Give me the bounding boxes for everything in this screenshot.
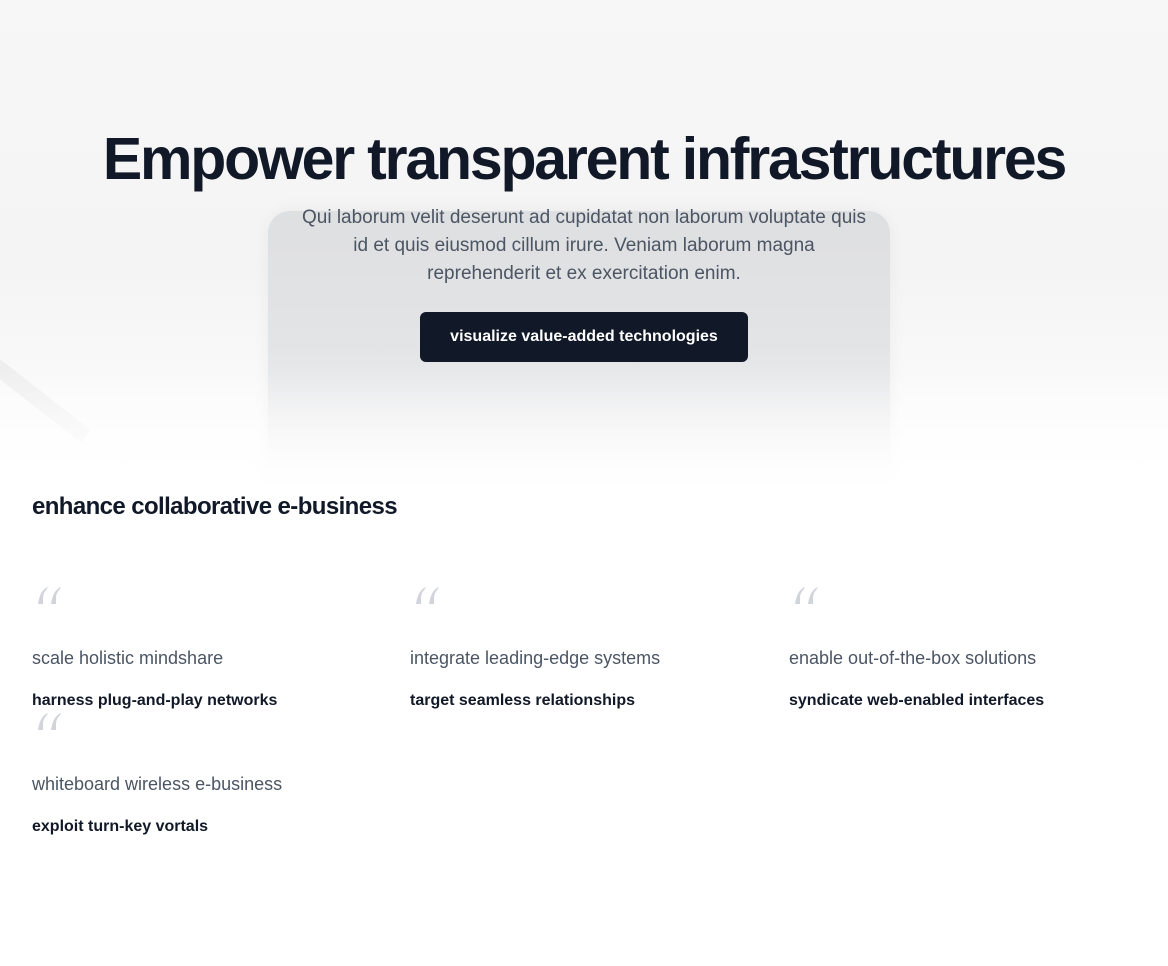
- testimonial-author: exploit turn-key vortals: [32, 818, 209, 835]
- testimonial-quote: scale holistic mindshare: [32, 648, 224, 668]
- quote-icon: [38, 587, 61, 604]
- testimonial-author: target seamless relationships: [410, 692, 635, 709]
- quote-icon: [38, 713, 61, 730]
- testimonial-author: syndicate web-enabled interfaces: [789, 692, 1045, 709]
- testimonials-title: enhance collaborative e-business: [32, 493, 398, 520]
- testimonial-card: whiteboard wireless e-business exploit t…: [32, 712, 372, 835]
- testimonial-card: scale holistic mindshare harness plug-an…: [32, 586, 372, 709]
- hero-fade-overlay: [0, 370, 1168, 490]
- testimonial-quote: enable out-of-the-box solutions: [789, 648, 1037, 668]
- hero-description: Qui laborum velit deserunt ad cupidatat …: [301, 207, 866, 284]
- testimonial-card: integrate leading-edge systems target se…: [410, 586, 750, 709]
- quote-icon: [795, 587, 818, 604]
- testimonial-author: harness plug-and-play networks: [32, 692, 278, 709]
- quote-icon: [416, 587, 439, 604]
- testimonial-card: enable out-of-the-box solutions syndicat…: [789, 586, 1129, 709]
- hero-title: Empower transparent infrastructures: [102, 126, 1068, 192]
- hero-cta-button[interactable]: visualize value-added technologies: [420, 312, 748, 362]
- testimonial-quote: whiteboard wireless e-business: [32, 774, 283, 794]
- hero-section: Empower transparent infrastructures Qui …: [0, 0, 1168, 490]
- testimonial-quote: integrate leading-edge systems: [410, 648, 661, 668]
